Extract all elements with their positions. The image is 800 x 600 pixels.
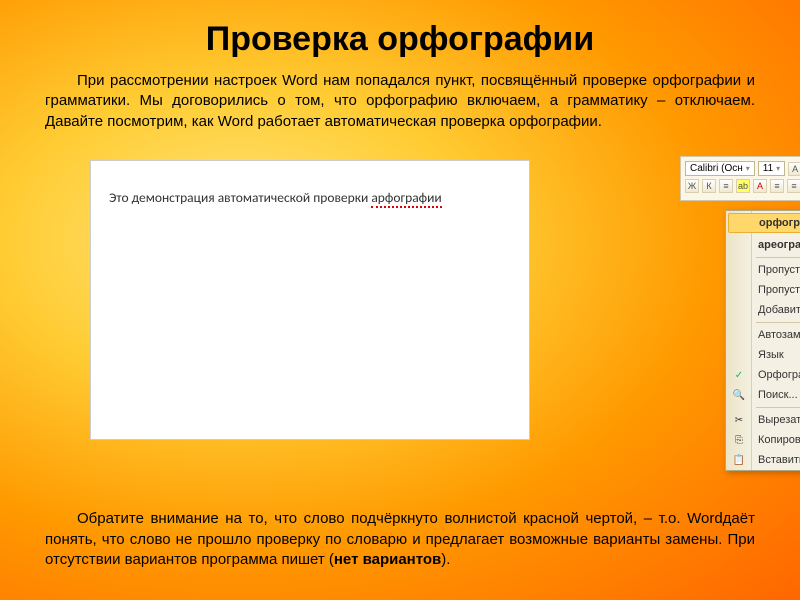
para1-text: При рассмотрении настроек Word нам попад… [45,72,755,130]
font-color-button[interactable]: A [753,179,767,193]
slide-title: Проверка орфографии [0,0,800,71]
menu-separator [756,322,800,323]
word-screenshot: Это демонстрация автоматической проверки… [90,160,710,440]
menu-paste[interactable]: 📋 Вставить [726,450,800,470]
font-size-value: 11 [763,163,773,174]
font-name-dropdown[interactable]: Calibri (Осн▾ [685,161,755,176]
search-icon: 🔍 [732,388,746,402]
menu-suggestion-2[interactable]: ареографии [726,235,800,255]
indent-decrease-button[interactable]: ≡ [770,179,784,193]
paragraph-2: Обратите внимание на то, что слово подчё… [0,509,800,570]
menu-add-dictionary[interactable]: Добавить в словарь [726,300,800,320]
chevron-down-icon: ▾ [746,164,750,173]
chevron-down-icon: ▾ [776,164,780,173]
grow-font-button[interactable]: A [788,162,800,176]
menu-skip[interactable]: Пропустить [726,260,800,280]
menu-separator [756,407,800,408]
mini-toolbar: Calibri (Осн▾ 11▾ A A 🅰 ✎ Ж К ≡ ab A ≡ ≡… [680,156,800,201]
menu-language[interactable]: Язык▶ [726,345,800,365]
font-name-value: Calibri (Осн [690,163,743,174]
align-center-button[interactable]: ≡ [719,179,733,193]
word-document-area: Это демонстрация автоматической проверки… [90,160,530,440]
doc-text: Это демонстрация автоматической проверки [109,189,371,206]
bold-button[interactable]: Ж [685,179,699,193]
paragraph-1: При рассмотрении настроек Word нам попад… [0,71,800,132]
menu-skip-all[interactable]: Пропустить все [726,280,800,300]
font-size-dropdown[interactable]: 11▾ [758,161,785,176]
cut-icon: ✂ [732,413,746,427]
menu-search[interactable]: 🔍 Поиск... [726,385,800,405]
word-document-text: Это демонстрация автоматической проверки… [91,161,529,206]
menu-spelling[interactable]: ✓ Орфография... [726,365,800,385]
spelling-context-menu: орфографии ареографии Пропустить Пропуст… [725,210,800,471]
menu-suggestion-1[interactable]: орфографии [728,213,800,233]
italic-button[interactable]: К [702,179,716,193]
misspelled-word: арфографии [371,189,441,208]
para2-bold: нет вариантов [334,551,441,568]
indent-increase-button[interactable]: ≡ [787,179,800,193]
para2-text-b: ). [441,551,450,568]
menu-copy[interactable]: ⎘ Копировать [726,430,800,450]
copy-icon: ⎘ [732,433,746,447]
menu-separator [756,257,800,258]
paste-icon: 📋 [732,453,746,467]
highlight-button[interactable]: ab [736,179,750,193]
menu-autocorrect[interactable]: Автозамена▶ [726,325,800,345]
menu-cut[interactable]: ✂ Вырезать [726,410,800,430]
spellcheck-icon: ✓ [732,368,746,382]
